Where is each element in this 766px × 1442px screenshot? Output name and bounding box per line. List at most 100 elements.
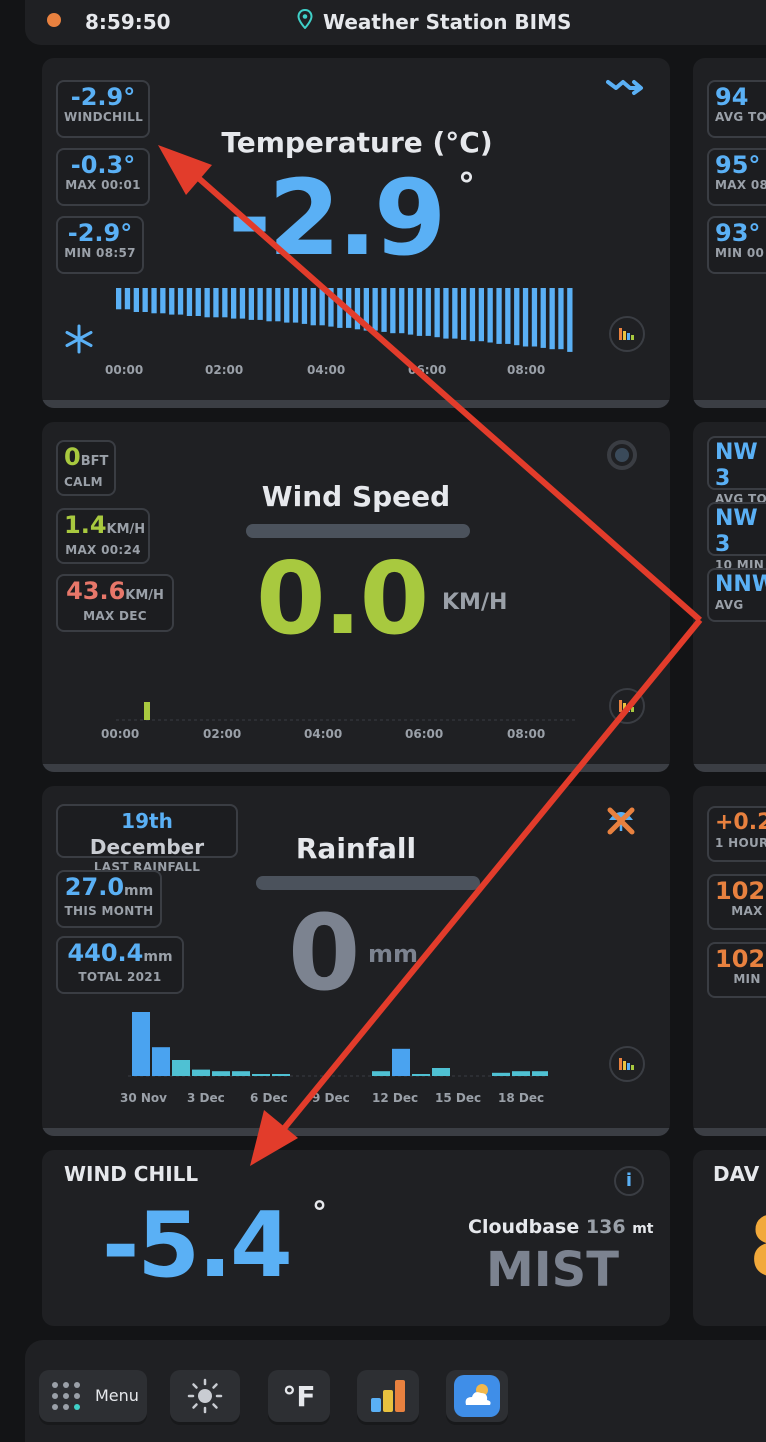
temperature-bar — [275, 288, 281, 322]
temperature-bar — [248, 288, 254, 320]
rain-axis-label: 9 Dec — [312, 1091, 350, 1105]
rainfall-bar — [172, 1060, 190, 1076]
temperature-detail-card: 94 AVG TO 95° MAX 08 93° MIN 00 — [693, 58, 766, 408]
cloud-sun-icon — [465, 1384, 491, 1405]
temperature-bar — [505, 288, 511, 344]
year-rain-row: 440.4mm — [64, 940, 176, 970]
temperature-bar — [151, 288, 157, 314]
max-temp-label: MAX 00:01 — [65, 178, 141, 192]
chart-button[interactable] — [609, 316, 645, 352]
bar-chart-icon — [619, 328, 634, 340]
unit-toggle-button[interactable]: °F — [268, 1370, 330, 1422]
max-temp-value: -0.3° — [70, 151, 136, 179]
pressure-card: +0.2 1 HOUR 102 MAX 102 MIN — [693, 786, 766, 1136]
beaufort-label: CALM — [64, 475, 103, 489]
temperature-bar — [328, 288, 334, 327]
temp-axis-label: 08:00 — [507, 363, 546, 377]
avg-dir-value: NNW — [715, 572, 766, 597]
windchill-degree: ° — [312, 1196, 327, 1231]
avg-direction-stat: NW 3 AVG TO — [707, 436, 766, 506]
temperature-bar — [169, 288, 175, 315]
temperature-bar — [381, 288, 387, 332]
bar-chart-icon — [619, 700, 634, 712]
davis-value: 8 — [749, 1202, 766, 1292]
windchill-value: -5.4 — [102, 1193, 293, 1298]
temperature-bar — [222, 288, 228, 318]
temperature-bar — [266, 288, 272, 322]
rainfall-bar — [372, 1071, 390, 1076]
pressure-max-value: 102 — [715, 877, 766, 905]
max-side-value: 95° — [715, 151, 761, 179]
temperature-bar — [284, 288, 290, 323]
temperature-title: Temperature (°C) — [221, 126, 493, 159]
pressure-hour-value: +0.2 — [715, 810, 766, 835]
brightness-button[interactable] — [170, 1370, 240, 1422]
windchill-value: -2.9° — [70, 83, 136, 111]
max-wind-today-row: 1.4KM/H — [64, 512, 145, 543]
min-side-stat: 93° MIN 00 — [707, 216, 766, 274]
menu-label: Menu — [95, 1386, 139, 1405]
max-side-stat: 95° MAX 08 — [707, 148, 766, 206]
temperature-bar — [354, 288, 361, 330]
temperature-bar — [257, 288, 263, 320]
avg-temp-value: 94 — [715, 83, 749, 111]
pressure-min-label: MIN — [733, 972, 761, 986]
davis-card: DAV 8 — [693, 1150, 766, 1326]
temperature-bar — [186, 288, 193, 316]
min-temp-value: -2.9° — [67, 219, 133, 247]
temperature-bar — [399, 288, 405, 334]
station-name[interactable]: Weather Station BIMS — [323, 10, 571, 34]
temp-axis-label: 06:00 — [408, 363, 447, 377]
card-footer — [42, 400, 670, 408]
temperature-bar — [407, 288, 414, 335]
temperature-bar — [443, 288, 449, 339]
temperature-bar — [425, 288, 431, 336]
windchill-label: WINDCHILL — [64, 110, 144, 124]
bottom-dock: Menu °F — [25, 1340, 766, 1442]
temperature-bar — [239, 288, 246, 319]
trend-down-icon — [606, 80, 643, 95]
last-rainfall-row: 19th December — [64, 808, 230, 860]
rainfall-card: 19th December LAST RAINFALL 27.0mm THIS … — [42, 786, 670, 1136]
max-temp-stat: -0.3° MAX 00:01 — [56, 148, 150, 206]
chart-button[interactable] — [609, 688, 645, 724]
temperature-bar — [301, 288, 308, 324]
record-button[interactable] — [607, 440, 637, 470]
max-wind-month-unit: KM/H — [125, 588, 164, 603]
beaufort-unit: BFT — [80, 454, 109, 469]
temperature-degree: ° — [458, 166, 475, 206]
temperature-bar — [469, 288, 476, 342]
temperature-bar — [160, 288, 166, 314]
wind-card: 0BFT CALM 1.4KM/H MAX 00:24 43.6KM/H MAX… — [42, 422, 670, 772]
temperature-bar — [487, 288, 493, 343]
menu-button[interactable]: Menu — [39, 1370, 147, 1422]
cloudbase-value: 136 — [585, 1216, 626, 1238]
charts-button[interactable] — [357, 1370, 419, 1422]
wind-title: Wind Speed — [261, 480, 451, 513]
info-button[interactable]: i — [614, 1166, 644, 1196]
snowflake-icon — [65, 324, 93, 354]
wind-axis-label: 08:00 — [507, 727, 546, 741]
wind-direction-card: NW 3 AVG TO NW 3 10 MIN NNW AVG — [693, 422, 766, 772]
card-footer — [693, 1128, 766, 1136]
pressure-min-stat: 102 MIN — [707, 942, 766, 998]
temperature-bar-chart — [116, 288, 573, 352]
location-pin-icon — [297, 9, 313, 29]
rainfall-bar — [132, 1012, 150, 1076]
max-wind-today-unit: KM/H — [106, 522, 146, 537]
rainfall-title: Rainfall — [295, 832, 417, 865]
rainfall-bar — [512, 1071, 530, 1076]
forecast-button[interactable] — [446, 1370, 508, 1422]
wind-axis-label: 00:00 — [101, 727, 140, 741]
chart-button[interactable] — [609, 1046, 645, 1082]
temperature-bar — [478, 288, 484, 342]
rainfall-bar — [412, 1074, 430, 1076]
fahrenheit-label: °F — [282, 1380, 316, 1413]
rainfall-bar — [272, 1074, 290, 1076]
wind-axis-label: 02:00 — [203, 727, 242, 741]
ten-min-direction-value: NW 3 — [715, 506, 758, 557]
max-wind-month-label: MAX DEC — [83, 609, 147, 623]
rainfall-bar — [432, 1068, 450, 1076]
min-side-value: 93° — [715, 219, 761, 247]
temperature-bar — [434, 288, 440, 338]
